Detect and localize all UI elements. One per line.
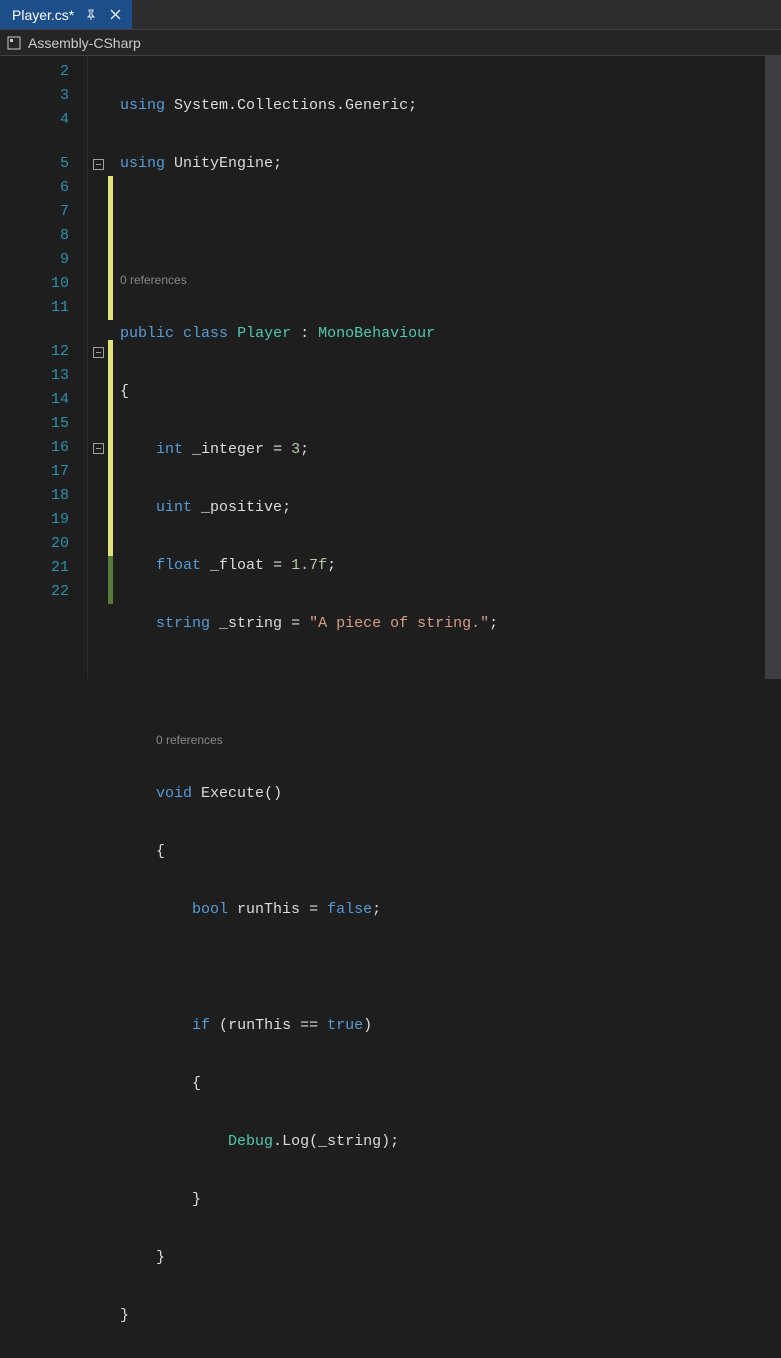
code-line	[120, 210, 781, 234]
code-line: void Execute()	[120, 782, 781, 806]
code-line: float _float = 1.7f;	[120, 554, 781, 578]
tab-strip: Player.cs*	[0, 0, 781, 30]
code-line	[120, 670, 781, 694]
code-line: int _integer = 3;	[120, 438, 781, 462]
code-line: {	[120, 1072, 781, 1096]
pin-icon[interactable]	[84, 8, 98, 22]
code-area[interactable]: using System.Collections.Generic; using …	[114, 56, 781, 679]
context-label: Assembly-CSharp	[28, 35, 141, 51]
code-line: uint _positive;	[120, 496, 781, 520]
tab-label: Player.cs*	[12, 7, 74, 23]
code-line: {	[120, 380, 781, 404]
code-line: bool runThis = false;	[120, 898, 781, 922]
namespace-icon	[6, 35, 22, 51]
code-line: if (runThis == true)	[120, 1014, 781, 1038]
line-number-gutter: 2 3 4 5 6 7 8 9 10 11 12 13 14 15 16 17 …	[0, 56, 88, 679]
tab-active[interactable]: Player.cs*	[0, 0, 132, 29]
code-line	[120, 956, 781, 980]
code-line: }	[120, 1188, 781, 1212]
vertical-scrollbar[interactable]	[765, 56, 781, 679]
code-line: {	[120, 840, 781, 864]
code-line: Debug.Log(_string);	[120, 1130, 781, 1154]
close-icon[interactable]	[108, 8, 122, 22]
code-line: public class Player : MonoBehaviour	[120, 322, 781, 346]
codelens-link[interactable]: 0 references	[120, 268, 187, 292]
fold-column	[88, 56, 108, 679]
code-editor[interactable]: 2 3 4 5 6 7 8 9 10 11 12 13 14 15 16 17 …	[0, 56, 781, 679]
code-line: string _string = "A piece of string.";	[120, 612, 781, 636]
fold-toggle-icon[interactable]	[93, 159, 104, 170]
codelens-link[interactable]: 0 references	[156, 728, 223, 752]
code-line: }	[120, 1246, 781, 1270]
code-line: using System.Collections.Generic;	[120, 94, 781, 118]
fold-toggle-icon[interactable]	[93, 443, 104, 454]
code-line: }	[120, 1304, 781, 1328]
code-line: using UnityEngine;	[120, 152, 781, 176]
fold-toggle-icon[interactable]	[93, 347, 104, 358]
context-breadcrumb[interactable]: Assembly-CSharp	[0, 30, 781, 56]
